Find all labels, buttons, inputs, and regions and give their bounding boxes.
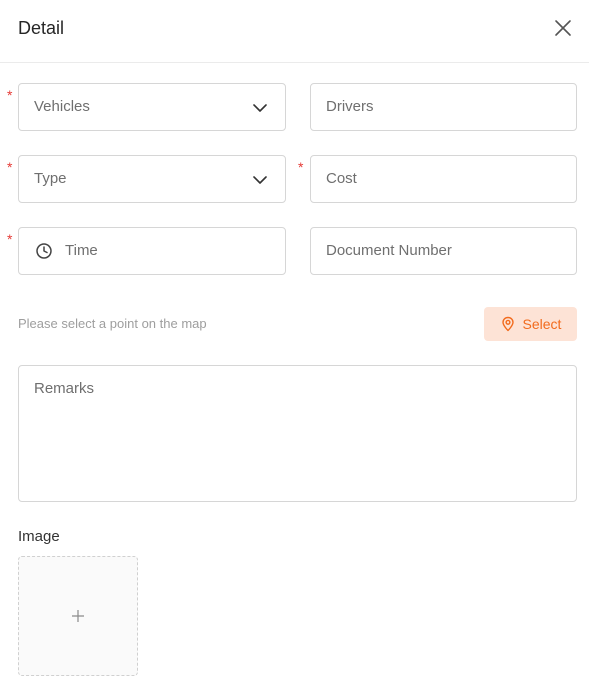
remarks-textarea[interactable]: Remarks — [18, 365, 577, 502]
required-marker-time: * — [7, 231, 13, 247]
map-pin-icon — [501, 316, 514, 332]
chevron-down-icon — [253, 176, 267, 184]
required-marker-vehicles: * — [7, 87, 13, 103]
document-number-placeholder: Document Number — [326, 242, 452, 259]
map-point-hint: Please select a point on the map — [18, 316, 207, 331]
image-label: Image — [18, 528, 60, 545]
select-location-label: Select — [522, 316, 562, 332]
close-icon — [555, 20, 571, 36]
drivers-placeholder: Drivers — [326, 98, 374, 115]
document-number-field[interactable]: Document Number — [310, 227, 577, 275]
type-placeholder: Type — [34, 170, 67, 187]
clock-icon — [36, 243, 52, 259]
required-marker-cost: * — [298, 159, 304, 175]
panel-header: Detail — [0, 0, 589, 63]
detail-panel: Detail * Vehicles Drivers * Type * Cost … — [0, 0, 589, 697]
panel-title: Detail — [18, 18, 65, 38]
select-location-button[interactable]: Select — [484, 307, 577, 341]
close-button[interactable] — [551, 16, 575, 40]
time-placeholder: Time — [65, 242, 98, 259]
chevron-down-icon — [253, 104, 267, 112]
cost-field[interactable]: Cost — [310, 155, 577, 203]
cost-placeholder: Cost — [326, 170, 357, 187]
vehicles-select[interactable]: Vehicles — [18, 83, 286, 131]
remarks-placeholder: Remarks — [34, 380, 95, 397]
vehicles-placeholder: Vehicles — [34, 98, 90, 115]
time-picker[interactable]: Time — [18, 227, 286, 275]
drivers-field[interactable]: Drivers — [310, 83, 577, 131]
required-marker-type: * — [7, 159, 13, 175]
plus-icon — [72, 610, 84, 622]
type-select[interactable]: Type — [18, 155, 286, 203]
image-upload-button[interactable] — [18, 556, 138, 676]
